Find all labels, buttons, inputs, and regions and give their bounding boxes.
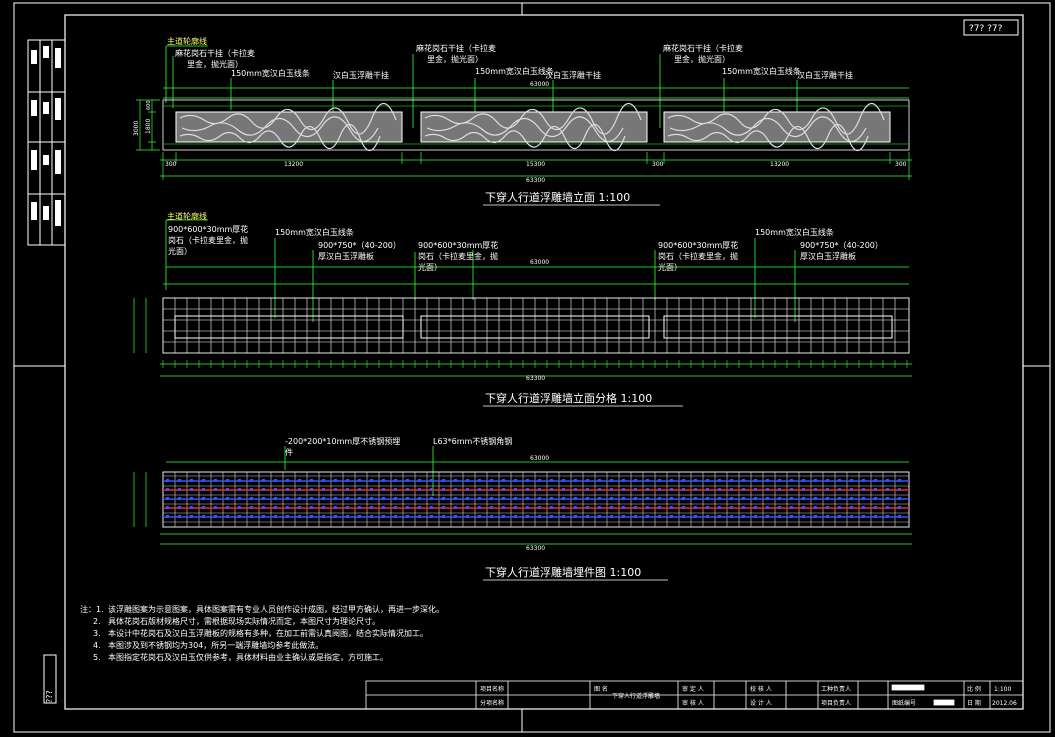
tb-date-label: 日 期 (967, 699, 981, 707)
tb-drawing-name: 下穿人行道浮雕墙 (612, 692, 660, 700)
tb-drawing-no: 图纸编号 (892, 699, 916, 707)
div-tile-label-1a: 900*600*30mm厚花 (168, 224, 248, 234)
relief-label-1: 汉白玉浮雕干挂 (333, 70, 389, 80)
tb-check: 校 核 人 (750, 685, 772, 693)
relief-label-2: 汉白玉浮雕干挂 (545, 70, 601, 80)
embed-plate-label-b: 件 (285, 447, 293, 457)
embed-angle-label: L63*6mm不锈钢角钢 (433, 436, 512, 446)
band-label-2: 150mm宽汉白玉线条 (475, 66, 554, 76)
note-num-4: 4. (93, 641, 101, 650)
relief-panel-2 (420, 102, 648, 152)
tb-sub-project: 分项名称 (480, 699, 504, 707)
granite-label-3a: 麻花岗石干挂（卡拉麦 (663, 43, 743, 53)
tb-date: 2012.06 (992, 700, 1017, 707)
granite-label-1b: 里金，抛光面） (187, 59, 243, 69)
div-tile-label-2a: 900*600*30mm厚花 (418, 240, 498, 250)
note-num-5: 5. (93, 653, 101, 662)
elev-dim-4: 13200 (770, 161, 789, 168)
div-panel-label-2b: 厚汉白玉浮雕板 (800, 251, 856, 261)
div-tile-label-3c: 光面） (658, 262, 682, 272)
page-number: ?7? ?7? (969, 24, 1003, 34)
tb-project-lead: 项目负责人 (821, 699, 851, 707)
division-title: 下穿人行道浮雕墙立面分格 1:100 (485, 391, 652, 405)
tb-drawing-name-label: 图 名 (594, 685, 608, 693)
elevation-title: 下穿人行道浮雕墙立面 1:100 (485, 190, 630, 204)
embed-plate-label: -200*200*10mm厚不锈钢预埋 (285, 436, 400, 446)
drawing-sheet: ?7? ?7? ??? 主道轮廓线 麻花岗石干挂（卡拉麦 里金，抛光面） 150… (13, 2, 1051, 733)
embed-top-dim: 63000 (530, 455, 549, 462)
note-1: 该浮雕图案为示意图案，具体图案需有专业人员创作设计成图，经过甲方确认，再进一步深… (108, 604, 444, 614)
div-top-dim: 63000 (530, 259, 549, 266)
note-4: 本图涉及到不锈钢均为304，所另一端浮雕墙均参考此做法。 (108, 640, 323, 650)
div-panel-label-1a: 900*750*（40-200） (318, 241, 401, 250)
div-total-dim: 63300 (526, 375, 545, 382)
granite-label-3b: 里金，抛光面） (674, 54, 730, 64)
elev-side-dim-1: 1800 (145, 119, 152, 134)
elev-dim-2: 15300 (526, 161, 545, 168)
div-panel-label-2a: 900*750*（40-200） (800, 241, 883, 250)
div-tile-label-1c: 光面） (168, 246, 192, 256)
side-stamp: ??? (45, 690, 54, 703)
notes-head: 注：1. (80, 604, 104, 614)
elev-side-dim-2: 600 (146, 100, 152, 110)
tb-approve: 审 定 人 (682, 685, 704, 693)
granite-label-2b: 里金，抛光面） (427, 54, 483, 64)
relief-panel-1 (175, 102, 403, 152)
elev-top-dim: 63000 (530, 81, 549, 88)
note-num-3: 3. (93, 629, 101, 638)
band-label-1: 150mm宽汉白玉线条 (231, 68, 310, 78)
div-tile-label-1b: 岗石（卡拉麦里金，抛 (168, 235, 248, 245)
elev-dim-0: 300 (165, 161, 177, 168)
elev-dim-3: 300 (652, 161, 664, 168)
tb-scale: 1:100 (994, 686, 1011, 693)
tb-design: 设 计 人 (750, 699, 772, 707)
left-signature-strip (27, 39, 66, 704)
embed-title: 下穿人行道浮雕墙埋件图 1:100 (485, 565, 641, 579)
granite-label-1a: 麻花岗石干挂（卡拉麦 (175, 48, 255, 58)
tb-discipline-lead: 工种负责人 (821, 685, 851, 693)
div-tile-label-2c: 光面） (418, 262, 442, 272)
main-contour-label: 主道轮廓线 (167, 36, 207, 46)
embed-drawing: -200*200*10mm厚不锈钢预埋 件 L63*6mm不锈钢角钢 63000… (133, 436, 912, 581)
note-num-2: 2. (93, 617, 101, 626)
division-drawing: 主道轮廓线 900*600*30mm厚花 岗石（卡拉麦里金，抛 光面） 150m… (133, 211, 912, 407)
note-2: 具体花岗石版材规格尺寸，需根据现场实际情况而定，本图尺寸为理论尺寸。 (108, 616, 380, 626)
div-tile-label-2b: 岗石（卡拉麦里金，抛 (418, 251, 498, 261)
elevation-drawing: 主道轮廓线 麻花岗石干挂（卡拉麦 里金，抛光面） 150mm宽汉白玉线条 汉白玉… (133, 36, 912, 206)
div-tile-label-3b: 岗石（卡拉麦里金，抛 (658, 251, 738, 261)
div-band-label-2: 150mm宽汉白玉线条 (755, 227, 834, 237)
elev-dim-5: 300 (895, 161, 907, 168)
tb-scale-label: 比 例 (967, 685, 981, 693)
embed-total-dim: 63300 (526, 545, 545, 552)
granite-label-2a: 麻花岗石干挂（卡拉麦 (416, 43, 496, 53)
div-panel-label-1b: 厚汉白玉浮雕板 (318, 251, 374, 261)
relief-label-3: 汉白玉浮雕干挂 (797, 70, 853, 80)
note-5: 本图指定花岗石及汉白玉仅供参考，具体材料由业主确认或是指定，方可施工。 (108, 652, 388, 662)
relief-panel-3 (663, 102, 891, 152)
band-label-3: 150mm宽汉白玉线条 (722, 66, 801, 76)
notes: 注：1. 该浮雕图案为示意图案，具体图案需有专业人员创作设计成图，经过甲方确认，… (80, 604, 444, 662)
elev-total-dim: 63300 (526, 177, 545, 184)
div-main-contour: 主道轮廓线 (167, 211, 207, 221)
tb-project-name: 项目名称 (480, 685, 504, 693)
elev-dim-1: 13200 (284, 161, 303, 168)
elev-side-dim-0: 3000 (133, 121, 140, 136)
note-3: 本设计中花岗石及汉白玉浮雕板的规格有多种，在加工前需认真阅图，结合实际情况加工。 (108, 628, 428, 638)
tb-review: 审 核 人 (682, 699, 704, 707)
div-tile-label-3a: 900*600*30mm厚花 (658, 240, 738, 250)
div-band-label-1: 150mm宽汉白玉线条 (275, 227, 354, 237)
